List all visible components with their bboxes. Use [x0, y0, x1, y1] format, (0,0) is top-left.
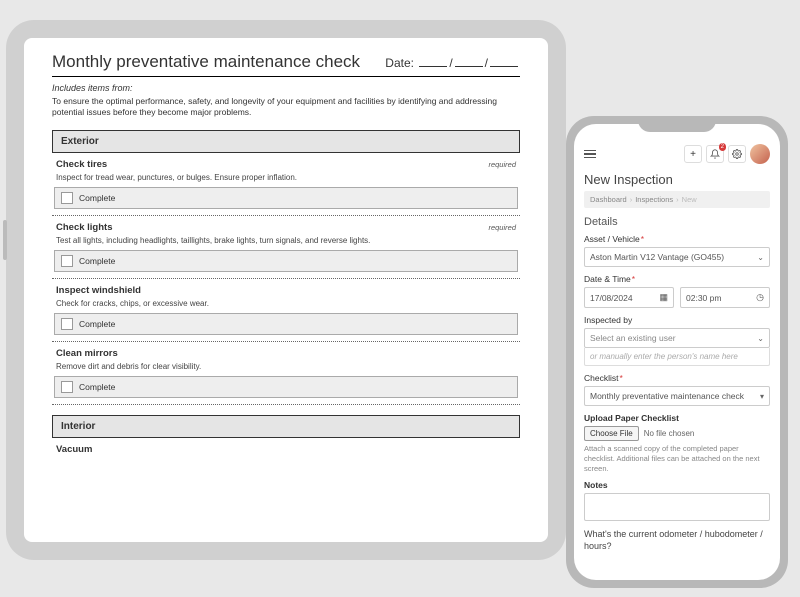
- complete-label: Complete: [79, 319, 115, 329]
- checklist-item: Inspect windshield Check for cracks, chi…: [52, 279, 520, 342]
- notes-textarea[interactable]: [584, 493, 770, 521]
- document-date: Date: //: [385, 56, 520, 70]
- section-title: Details: [584, 216, 770, 228]
- checklist-item: Check tires required Inspect for tread w…: [52, 153, 520, 216]
- upload-hint: Attach a scanned copy of the completed p…: [584, 444, 770, 473]
- tablet-screen: Monthly preventative maintenance check D…: [24, 38, 548, 542]
- checkbox[interactable]: [61, 318, 73, 330]
- chevron-down-icon: ▾: [760, 392, 764, 401]
- notifications-button[interactable]: 2: [706, 145, 724, 163]
- item-title: Check tires: [56, 159, 107, 170]
- clock-icon: ◷: [756, 292, 764, 303]
- checklist-select[interactable]: Monthly preventative maintenance check ▾: [584, 386, 770, 406]
- checklist-item: Clean mirrors Remove dirt and debris for…: [52, 342, 520, 405]
- chevron-down-icon: ⌄: [757, 334, 764, 343]
- item-title: Clean mirrors: [56, 348, 118, 359]
- date-input[interactable]: 17/08/2024 ▦: [584, 287, 674, 308]
- item-title: Inspect windshield: [56, 285, 141, 296]
- menu-icon[interactable]: [584, 150, 596, 159]
- item-required: required: [488, 160, 516, 169]
- complete-row[interactable]: Complete: [54, 376, 518, 398]
- item-required: required: [488, 223, 516, 232]
- odometer-question: What's the current odometer / hubodomete…: [584, 529, 770, 552]
- notes-label: Notes: [584, 480, 770, 490]
- topbar: + 2: [584, 144, 770, 164]
- inspected-select[interactable]: Select an existing user ⌄: [584, 328, 770, 348]
- avatar[interactable]: [750, 144, 770, 164]
- datetime-label: Date & Time*: [584, 274, 770, 284]
- item-desc: Inspect for tread wear, punctures, or bu…: [52, 170, 520, 187]
- breadcrumb-current: New: [682, 195, 697, 204]
- calendar-icon: ▦: [659, 292, 668, 303]
- asset-label: Asset / Vehicle*: [584, 234, 770, 244]
- inspected-label: Inspected by: [584, 315, 770, 325]
- complete-label: Complete: [79, 193, 115, 203]
- inspected-manual-input[interactable]: or manually enter the person's name here: [584, 348, 770, 366]
- breadcrumb-item[interactable]: Inspections: [635, 195, 673, 204]
- checkbox[interactable]: [61, 381, 73, 393]
- item-desc: Remove dirt and debris for clear visibil…: [52, 359, 520, 376]
- chevron-down-icon: ⌄: [757, 253, 764, 262]
- complete-label: Complete: [79, 382, 115, 392]
- checkbox[interactable]: [61, 192, 73, 204]
- breadcrumb-item[interactable]: Dashboard: [590, 195, 627, 204]
- complete-row[interactable]: Complete: [54, 313, 518, 335]
- settings-button[interactable]: [728, 145, 746, 163]
- item-desc: Test all lights, including headlights, t…: [52, 233, 520, 250]
- file-status: No file chosen: [644, 429, 695, 438]
- add-button[interactable]: +: [684, 145, 702, 163]
- checklist-item: Check lights required Test all lights, i…: [52, 216, 520, 279]
- complete-label: Complete: [79, 256, 115, 266]
- phone-screen: + 2 New Inspection Dashboard›Inspections…: [574, 124, 780, 580]
- includes-label: Includes items from:: [52, 83, 520, 93]
- tablet-device: Monthly preventative maintenance check D…: [6, 20, 566, 560]
- page-title: New Inspection: [584, 172, 770, 187]
- document-title: Monthly preventative maintenance check: [52, 52, 360, 72]
- complete-row[interactable]: Complete: [54, 187, 518, 209]
- phone-notch: [638, 116, 716, 132]
- intro-text: To ensure the optimal performance, safet…: [52, 96, 520, 118]
- section-header-exterior: Exterior: [52, 130, 520, 153]
- item-desc: Check for cracks, chips, or excessive we…: [52, 296, 520, 313]
- notification-badge: 2: [719, 143, 726, 151]
- section-header-interior: Interior: [52, 415, 520, 438]
- checkbox[interactable]: [61, 255, 73, 267]
- checklist-label: Checklist*: [584, 373, 770, 383]
- tablet-side-button: [3, 220, 7, 260]
- item-title: Vacuum: [56, 444, 92, 455]
- document-header: Monthly preventative maintenance check D…: [52, 52, 520, 77]
- time-input[interactable]: 02:30 pm ◷: [680, 287, 770, 308]
- document: Monthly preventative maintenance check D…: [24, 38, 548, 542]
- upload-label: Upload Paper Checklist: [584, 413, 770, 423]
- phone-device: + 2 New Inspection Dashboard›Inspections…: [566, 116, 788, 588]
- breadcrumb: Dashboard›Inspections›New: [584, 191, 770, 208]
- complete-row[interactable]: Complete: [54, 250, 518, 272]
- checklist-item: Vacuum: [52, 438, 520, 461]
- item-title: Check lights: [56, 222, 113, 233]
- asset-select[interactable]: Aston Martin V12 Vantage (GO455) ⌄: [584, 247, 770, 267]
- choose-file-button[interactable]: Choose File: [584, 426, 639, 441]
